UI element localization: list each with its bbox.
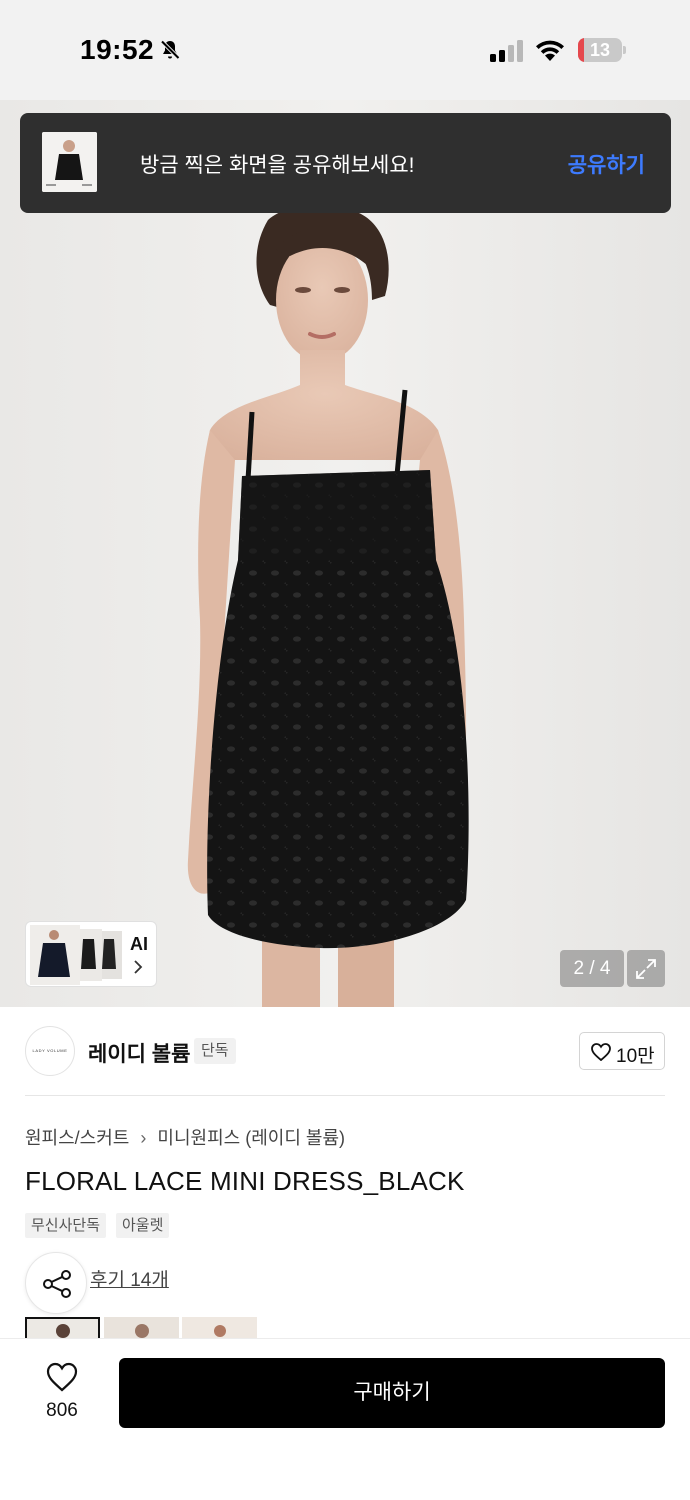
heart-icon (591, 1043, 611, 1061)
review-count-link[interactable]: 후기 14개 (90, 1265, 169, 1292)
brand-logo-text: LADY VOLUME (32, 1048, 68, 1053)
product-thumbnail[interactable] (25, 1317, 100, 1339)
brand-logo[interactable]: LADY VOLUME (25, 1026, 75, 1076)
share-screenshot-toast: 방금 찍은 화면을 공유해보세요! 공유하기 (20, 113, 671, 213)
toast-message: 방금 찍은 화면을 공유해보세요! (140, 154, 415, 177)
expand-icon (636, 959, 656, 979)
share-button[interactable] (25, 1252, 87, 1314)
exclusive-badge: 단독 (194, 1038, 236, 1064)
heart-icon (46, 1362, 78, 1392)
cellular-signal-icon (490, 40, 523, 62)
product-thumbnail[interactable] (182, 1317, 257, 1339)
breadcrumb: 원피스/스커트 › 미니원피스 (레이디 볼륨) (25, 1124, 345, 1150)
breadcrumb-subcategory[interactable]: 미니원피스 (레이디 볼륨) (157, 1128, 345, 1148)
brand-like-button[interactable]: 10만 (579, 1032, 665, 1070)
share-icon (43, 1270, 71, 1298)
product-title: FLORAL LACE MINI DRESS_BLACK (25, 1166, 465, 1196)
product-image-gallery[interactable] (0, 100, 690, 1007)
screenshot-thumbnail (42, 132, 97, 192)
brand-name[interactable]: 레이디 볼륨 (88, 1038, 190, 1068)
product-photo (0, 100, 690, 1007)
status-bar: 19:52 13 (0, 0, 690, 100)
ai-similar-products-button[interactable]: AI (25, 921, 157, 987)
wifi-icon (536, 40, 564, 61)
wishlist-count: 806 (46, 1400, 78, 1421)
tag-outlet: 아울렛 (116, 1213, 170, 1238)
buy-button[interactable]: 구매하기 (119, 1358, 665, 1428)
ai-label: AI (130, 934, 148, 954)
ai-similar-thumbnails (30, 925, 122, 985)
status-time: 19:52 (80, 34, 155, 65)
battery-level: 13 (589, 40, 611, 60)
page-indicator: 2 / 4 (560, 950, 624, 987)
divider (25, 1095, 665, 1096)
product-thumbnail[interactable] (104, 1317, 179, 1339)
wishlist-button[interactable]: 806 (30, 1358, 94, 1428)
chevron-right-icon (134, 960, 143, 974)
battery-icon: 13 (578, 38, 626, 62)
brand-like-count: 10만 (616, 1046, 655, 1067)
breadcrumb-category[interactable]: 원피스/스커트 (25, 1128, 129, 1148)
toast-share-button[interactable]: 공유하기 (568, 149, 645, 179)
tag-musinsa-exclusive: 무신사단독 (25, 1213, 107, 1238)
fullscreen-button[interactable] (627, 950, 665, 987)
bell-slash-icon (160, 40, 180, 60)
chevron-right-icon: › (140, 1128, 147, 1148)
